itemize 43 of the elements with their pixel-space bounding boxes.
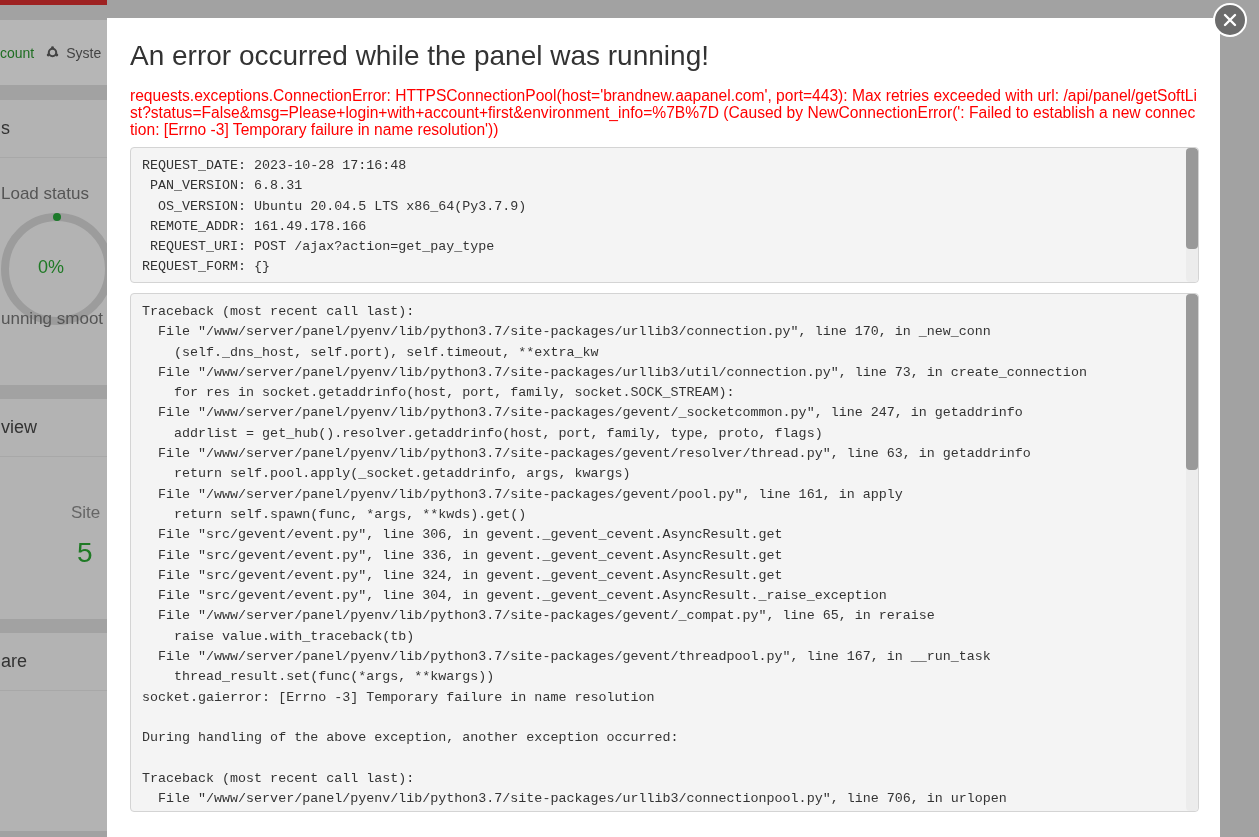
stat-value: 5 [77, 537, 93, 569]
code-line: REMOTE_ADDR: 161.49.178.166 [149, 217, 368, 236]
code-line: File "src/gevent/event.py", line 336, in gevent._gevent_cevent.AsyncResult.get [157, 546, 784, 565]
error-message: requests.exceptions.ConnectionError: HTTPSConnectionPool(host='brandnew.aapanel.com', port=443): Max retries exceeded with url: /api/panel/getSoftList?status=False&msg=Please+login+with+account+first&environment_info=%7B%7D (Caused by NewConnectionError(': Failed to establish a new connection: [Errno -3] Temporary failure in name resolution')) [130, 87, 1198, 138]
code-line: File "/www/server/panel/pyenv/lib/python3.7/site-packages/urllib3/connection.py", line 170, in _new_conn [157, 323, 992, 342]
code-line: File "/www/server/panel/pyenv/lib/python3.7/site-packages/urllib3/connectionpool.py", line 706, in urlopen [157, 790, 1008, 809]
code-line: Traceback (most recent call last): [142, 769, 416, 788]
code-line: REQUEST_DATE: 2023-10-28 17:16:48 [142, 157, 408, 175]
gear-icon [46, 46, 60, 59]
code-line: During handling of the above exception, another exception occurred: [142, 729, 680, 748]
code-line: PAN_VERSION: 6.8.31 [149, 177, 304, 196]
close-icon [1223, 13, 1237, 27]
load-status: unning smoot [1, 309, 104, 329]
code-line: File "src/gevent/event.py", line 304, in gevent._gevent_cevent.AsyncResult._raise_exception [157, 587, 888, 606]
stat-label: Site [71, 503, 101, 523]
dialog-title: An error occurred while the panel was running! [130, 39, 710, 73]
code-line: File "/www/server/panel/pyenv/lib/python3.7/site-packages/gevent/_compat.py", line 65, in reraise [157, 607, 936, 626]
code-line: REQUEST_URI: POST /ajax?action=get_pay_type [149, 238, 496, 257]
nav-item[interactable]: Syste [46, 44, 102, 61]
close-button[interactable] [1213, 3, 1247, 37]
code-line: raise value.with_traceback(tb) [173, 627, 416, 646]
nav-item[interactable]: count [0, 44, 35, 61]
code-line: File "src/gevent/event.py", line 306, in gevent._gevent_cevent.AsyncResult.get [157, 526, 784, 545]
code-line: socket.gaierror: [Errno -3] Temporary failure in name resolution [142, 688, 656, 707]
code-line: File "/www/server/panel/pyenv/lib/python3.7/site-packages/urllib3/util/connection.py", line 73, in create_connection [157, 363, 1088, 382]
code-line: OS_VERSION: Ubuntu 20.04.5 LTS x86_64(Py3.7.9) [157, 197, 528, 216]
code-line: return self.pool.apply(_socket.getaddrinfo, args, kwargs) [173, 465, 632, 484]
load-label: Load status [1, 184, 89, 204]
gauge-value: 0% [37, 257, 65, 278]
scrollbar[interactable] [1186, 148, 1198, 282]
code-line: File "/www/server/panel/pyenv/lib/python3.7/site-packages/gevent/resolver/thread.py", line 63, in getaddrinfo [157, 445, 1032, 464]
code-line: Traceback (most recent call last): [142, 303, 416, 321]
code-line: for res in socket.getaddrinfo(host, port, family, socket.SOCK_STREAM): [173, 384, 736, 403]
code-line: File "/www/server/panel/pyenv/lib/python3.7/site-packages/gevent/pool.py", line 161, in apply [157, 485, 904, 504]
code-line: thread_result.set(func(*args, **kwargs)) [173, 668, 496, 687]
code-line: REQUEST_FORM: {} [142, 258, 272, 277]
code-line: addrlist = get_hub().resolver.getaddrinfo(host, port, family, type, proto, flags) [173, 424, 824, 443]
scrollbar[interactable] [1186, 294, 1198, 811]
code-line: (self._dns_host, self.port), self.timeout, **extra_kw [173, 343, 600, 362]
code-line: File "/www/server/panel/pyenv/lib/python3.7/site-packages/gevent/_socketcommon.py", line 247, in getaddrinfo [157, 404, 1024, 423]
code-line: return self.spawn(func, *args, **kwds).get() [173, 505, 528, 524]
code-line: File "/www/server/panel/pyenv/lib/python3.7/site-packages/gevent/threadpool.py", line 167, in __run_task [157, 648, 992, 667]
code-line: File "src/gevent/event.py", line 324, in gevent._gevent_cevent.AsyncResult.get [157, 566, 784, 585]
